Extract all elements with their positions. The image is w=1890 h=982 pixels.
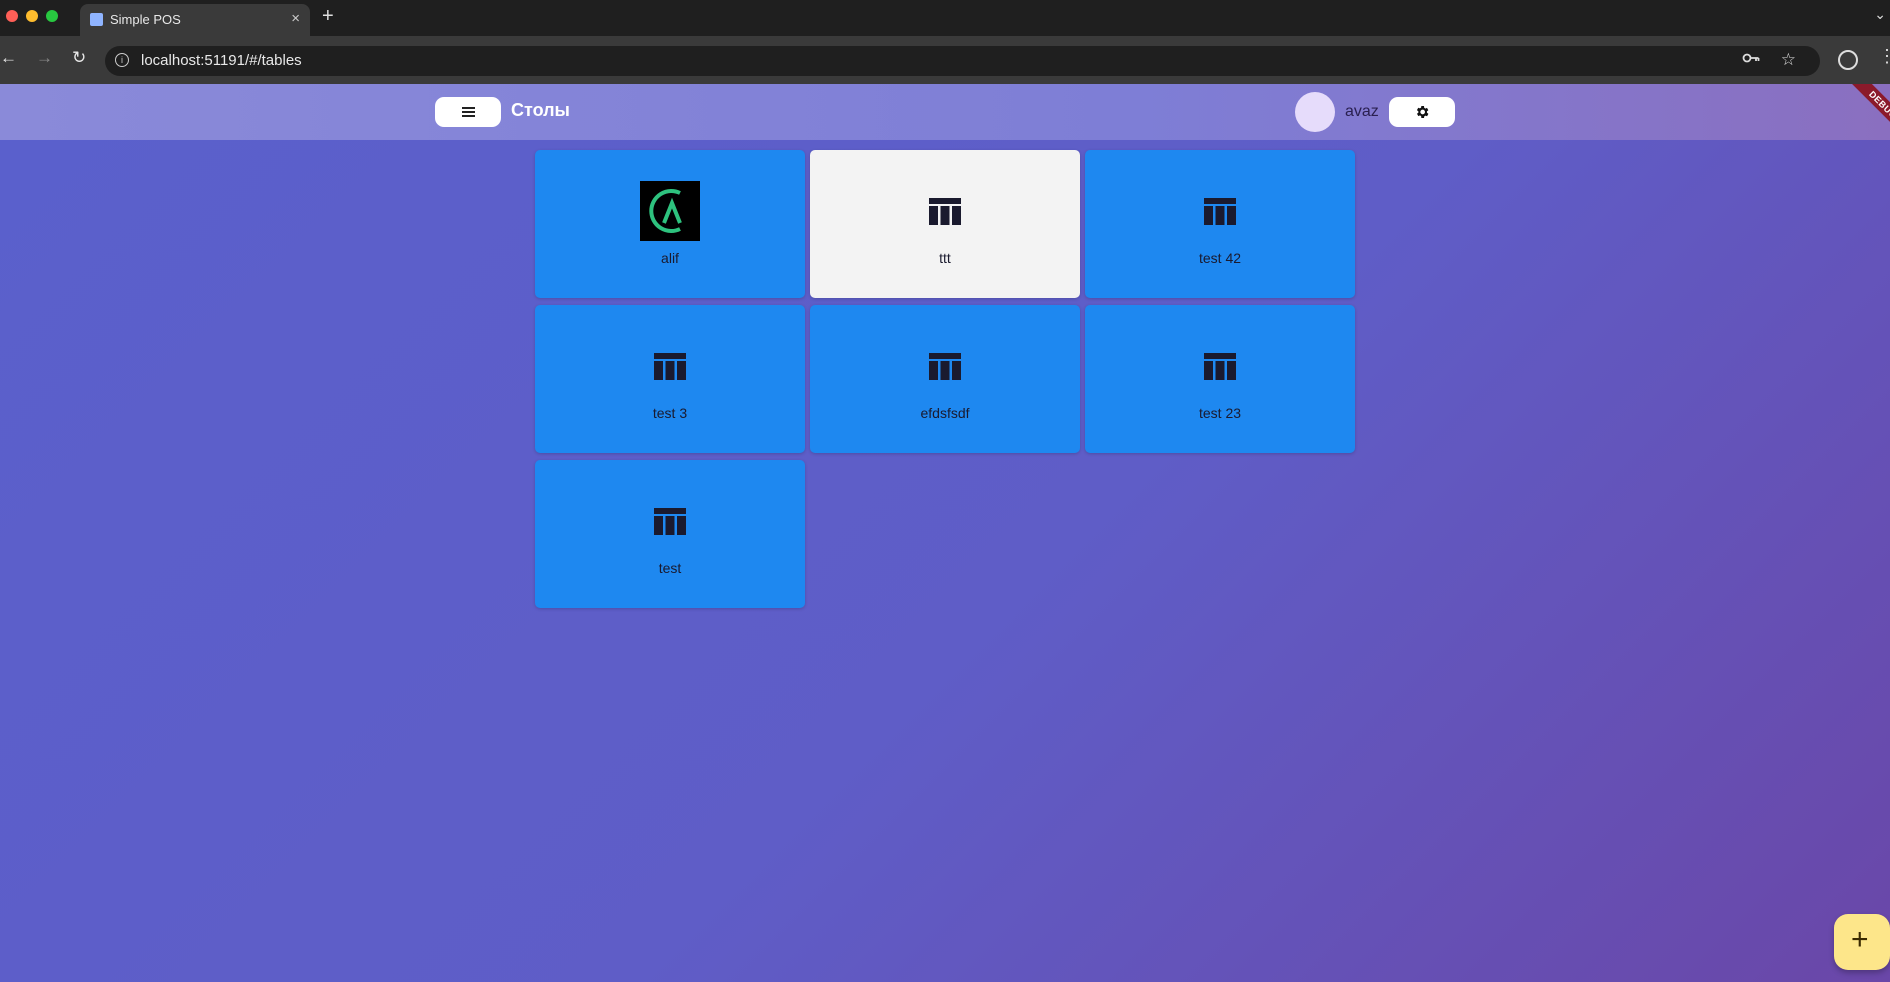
- tab-title: Simple POS: [110, 12, 181, 27]
- table-card-label: test 42: [1198, 250, 1242, 266]
- gear-icon: [1416, 106, 1429, 118]
- tab-close-icon[interactable]: ×: [291, 10, 300, 27]
- username: avaz: [1345, 103, 1379, 120]
- profile-icon[interactable]: [1838, 50, 1858, 70]
- browser-tab[interactable]: Simple POS ×: [80, 4, 310, 36]
- browser-toolbar: ← → ↻ i localhost:51191/#/tables ☆ ⋮: [0, 36, 1890, 84]
- table-icon: [1204, 198, 1236, 225]
- back-icon[interactable]: ←: [0, 48, 17, 68]
- table-card-label: test 3: [652, 405, 688, 421]
- app-bar: Столы avaz DEBUG: [0, 84, 1890, 142]
- alif-logo-icon: [640, 181, 700, 241]
- browser-tabbar: Simple POS × + ⌄: [0, 0, 1890, 36]
- page-title: Столы: [511, 100, 570, 120]
- close-window-button[interactable]: [6, 10, 18, 22]
- avatar[interactable]: [1295, 92, 1335, 132]
- table-card-test-42[interactable]: test 42: [1085, 150, 1355, 298]
- settings-button[interactable]: [1389, 97, 1455, 127]
- table-card-label: test: [658, 560, 682, 576]
- table-card-label: test 23: [1198, 405, 1242, 421]
- tab-search-icon[interactable]: ⌄: [1874, 6, 1886, 23]
- browser-menu-icon[interactable]: ⋮: [1878, 46, 1890, 67]
- minimize-window-button[interactable]: [26, 10, 38, 22]
- table-icon: [1204, 353, 1236, 380]
- plus-icon: +: [1851, 923, 1869, 956]
- table-card-label: alif: [661, 250, 679, 266]
- hamburger-icon: [462, 107, 475, 109]
- site-info-icon[interactable]: i: [115, 53, 129, 67]
- table-card-label: efdsfsdf: [920, 405, 970, 421]
- debug-banner: DEBUG: [1846, 84, 1890, 142]
- table-card-efdsfsdf[interactable]: efdsfsdf: [810, 305, 1080, 453]
- table-card-ttt[interactable]: ttt: [810, 150, 1080, 298]
- maximize-window-button[interactable]: [46, 10, 58, 22]
- add-table-button[interactable]: +: [1834, 914, 1890, 970]
- table-card-test-3[interactable]: test 3: [535, 305, 805, 453]
- favicon-icon: [90, 13, 103, 26]
- table-card-alif[interactable]: alif: [535, 150, 805, 298]
- menu-button[interactable]: [435, 97, 501, 127]
- reload-icon[interactable]: ↻: [72, 48, 86, 68]
- password-key-icon[interactable]: [1742, 51, 1760, 69]
- table-icon: [654, 353, 686, 380]
- new-tab-button[interactable]: +: [322, 5, 334, 28]
- url-text[interactable]: localhost:51191/#/tables: [141, 52, 302, 69]
- bookmark-star-icon[interactable]: ☆: [1781, 50, 1796, 70]
- table-icon: [929, 353, 961, 380]
- table-card-test[interactable]: test: [535, 460, 805, 608]
- table-icon: [929, 198, 961, 225]
- table-card-label: ttt: [939, 250, 951, 266]
- table-card-test-23[interactable]: test 23: [1085, 305, 1355, 453]
- app-viewport: Столы avaz DEBUG alif ttt test 42 test 3…: [0, 84, 1890, 982]
- table-icon: [654, 508, 686, 535]
- address-bar[interactable]: i localhost:51191/#/tables ☆: [105, 46, 1820, 76]
- forward-icon[interactable]: →: [36, 48, 53, 68]
